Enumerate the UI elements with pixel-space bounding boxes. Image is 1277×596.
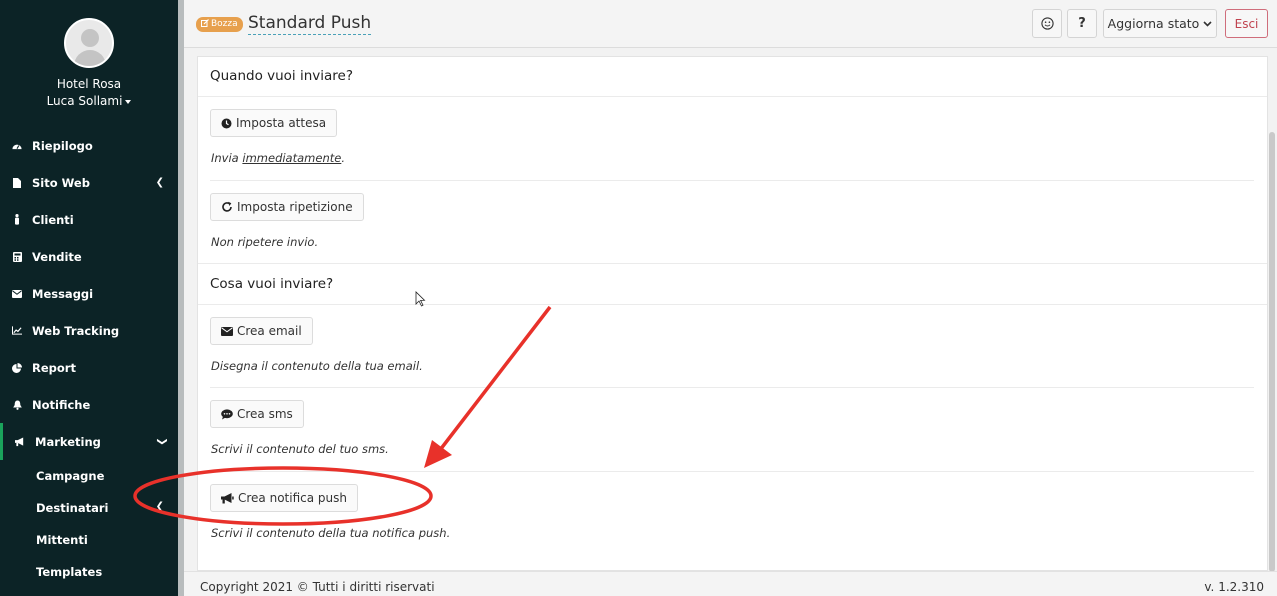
sidebar-item-messaggi[interactable]: Messaggi — [0, 275, 178, 312]
file-icon — [12, 177, 22, 188]
copyright: Copyright 2021 © Tutti i diritti riserva… — [200, 580, 435, 594]
chevron-down-icon: ❮ — [156, 437, 168, 446]
scrollbar[interactable] — [1269, 132, 1275, 572]
create-email-label: Crea email — [237, 324, 302, 338]
set-wait-label: Imposta attesa — [236, 116, 327, 130]
sidebar-item-label: Vendite — [32, 249, 82, 264]
bullhorn-icon — [221, 492, 234, 503]
settings-card: Quando vuoi inviare? Imposta attesa Invi… — [197, 56, 1268, 571]
org-name: Hotel Rosa — [56, 77, 122, 91]
envelope-icon — [12, 289, 22, 299]
wait-desc-suffix: . — [341, 151, 345, 165]
sidebar-item-sito-web[interactable]: Sito Web ❮ — [0, 164, 178, 201]
sidebar-item-label: Riepilogo — [32, 138, 93, 153]
exit-button[interactable]: Esci — [1225, 9, 1268, 38]
wait-immediately-link[interactable]: immediatamente — [242, 151, 341, 165]
sidebar-item-marketing[interactable]: Marketing ❮ — [0, 423, 178, 460]
status-badge-label: Bozza — [211, 19, 238, 29]
sidebar-item-notifiche[interactable]: Notifiche — [0, 386, 178, 423]
push-description: Scrivi il contenuto della tua notifica p… — [211, 526, 451, 540]
caret-down-icon — [125, 99, 132, 104]
chevron-down-icon — [1203, 20, 1212, 27]
sidebar-subitem-label: Mittenti — [36, 533, 88, 547]
sidebar-subitem-destinatari[interactable]: Destinatari ❮ — [0, 492, 178, 524]
footer: Copyright 2021 © Tutti i diritti riserva… — [184, 571, 1277, 596]
sidebar-item-label: Marketing — [35, 434, 101, 449]
pie-chart-icon — [12, 362, 22, 373]
sidebar-item-label: Clienti — [32, 212, 74, 227]
clock-icon — [221, 118, 232, 128]
sidebar: Hotel Rosa Luca Sollami Riepilogo Sito W… — [0, 0, 178, 596]
update-status-label: Aggiorna stato — [1107, 16, 1200, 31]
status-badge: Bozza — [196, 17, 243, 32]
section-title-what: Cosa vuoi inviare? — [210, 276, 334, 292]
sidebar-item-label: Web Tracking — [32, 323, 120, 338]
chevron-left-icon: ❮ — [155, 501, 164, 512]
set-wait-button[interactable]: Imposta attesa — [210, 109, 338, 137]
refresh-icon — [222, 201, 232, 212]
sidebar-subitem-label: Destinatari — [36, 501, 109, 515]
update-status-dropdown[interactable]: Aggiorna stato — [1103, 9, 1217, 38]
sidebar-item-riepilogo[interactable]: Riepilogo — [0, 127, 178, 164]
sidebar-item-label: Messaggi — [32, 286, 94, 301]
dashboard-icon — [12, 141, 22, 151]
avatar[interactable] — [64, 18, 114, 68]
divider — [210, 180, 1254, 181]
repeat-description: Non ripetere invio. — [211, 235, 319, 249]
set-repeat-button[interactable]: Imposta ripetizione — [210, 193, 364, 221]
create-push-label: Crea notifica push — [238, 491, 347, 505]
header: Bozza Standard Push ? Aggiorna stato Esc… — [184, 0, 1277, 48]
wait-description: Invia immediatamente. — [211, 151, 345, 165]
divider — [210, 387, 1254, 388]
page-title[interactable]: Standard Push — [248, 12, 372, 35]
sidebar-item-label: Notifiche — [32, 397, 91, 412]
sidebar-item-web-tracking[interactable]: Web Tracking — [0, 312, 178, 349]
user-menu[interactable]: Luca Sollami — [0, 94, 178, 108]
user-name: Luca Sollami — [46, 94, 123, 108]
divider — [198, 304, 1267, 305]
calculator-icon — [12, 251, 22, 262]
section-title-when: Quando vuoi inviare? — [210, 68, 354, 84]
line-chart-icon — [12, 326, 22, 336]
envelope-icon — [221, 326, 233, 336]
create-sms-button[interactable]: Crea sms — [210, 400, 304, 428]
smiley-icon — [1040, 17, 1054, 30]
divider — [198, 96, 1267, 97]
sidebar-item-vendite[interactable]: Vendite — [0, 238, 178, 275]
sidebar-subitem-label: Templates — [36, 565, 103, 579]
chevron-left-icon: ❮ — [155, 177, 164, 188]
create-push-button[interactable]: Crea notifica push — [210, 484, 358, 512]
sidebar-subitem-label: Campagne — [36, 469, 105, 483]
sidebar-subitem-templates[interactable]: Templates — [0, 556, 178, 588]
sidebar-nav: Riepilogo Sito Web ❮ Clienti Vendite Mes… — [0, 127, 178, 588]
sms-description: Scrivi il contenuto del tuo sms. — [211, 442, 389, 456]
create-email-button[interactable]: Crea email — [210, 317, 313, 345]
chat-bubble-icon — [221, 408, 233, 419]
email-description: Disegna il contenuto della tua email. — [211, 359, 423, 373]
divider — [198, 263, 1267, 264]
sidebar-subitem-campagne[interactable]: Campagne — [0, 460, 178, 492]
help-button[interactable]: ? — [1067, 9, 1097, 38]
sidebar-item-clienti[interactable]: Clienti — [0, 201, 178, 238]
sidebar-subitem-mittenti[interactable]: Mittenti — [0, 524, 178, 556]
create-sms-label: Crea sms — [237, 407, 293, 421]
bell-icon — [12, 400, 22, 410]
emoji-button[interactable] — [1032, 9, 1062, 38]
sidebar-item-label: Sito Web — [32, 175, 90, 190]
version: v. 1.2.310 — [1204, 580, 1264, 594]
set-repeat-label: Imposta ripetizione — [237, 200, 353, 214]
person-icon — [12, 214, 22, 225]
divider — [210, 471, 1254, 472]
sidebar-item-label: Report — [32, 360, 76, 375]
wait-desc-prefix: Invia — [211, 151, 243, 165]
main-content: Quando vuoi inviare? Imposta attesa Invi… — [184, 48, 1277, 572]
edit-icon — [201, 19, 209, 27]
bullhorn-icon — [15, 436, 25, 447]
sidebar-item-report[interactable]: Report — [0, 349, 178, 386]
